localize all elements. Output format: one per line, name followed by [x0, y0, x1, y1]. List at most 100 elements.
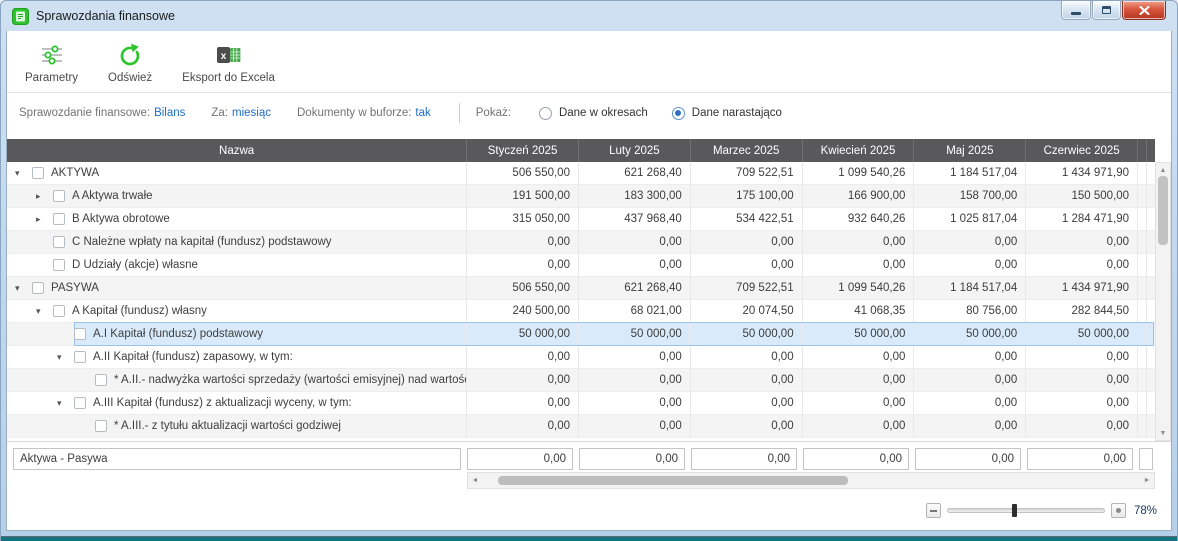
- table-row[interactable]: ▾AKTYWA 506 550,00621 268,40709 522,511 …: [7, 162, 1155, 185]
- column-header-nazwa[interactable]: Nazwa: [7, 139, 466, 162]
- scroll-right-icon[interactable]: ►: [1140, 477, 1154, 484]
- table-row[interactable]: * A.II.- nadwyżka wartości sprzedaży (wa…: [7, 369, 1155, 392]
- status-bar: 78%: [7, 489, 1171, 530]
- cell-value: 0,00: [690, 254, 802, 276]
- vertical-scrollbar[interactable]: ▲ ▼: [1155, 162, 1171, 441]
- table-row[interactable]: ▾A Kapitał (fundusz) własny 240 500,0068…: [7, 300, 1155, 323]
- table-row-selected[interactable]: A.I Kapitał (fundusz) podstawowy 50 000,…: [7, 323, 1155, 346]
- column-header-month[interactable]: Kwiecień 2025: [802, 139, 914, 162]
- cell-value: 20 074,50: [690, 300, 802, 322]
- row-label: A.I Kapitał (fundusz) podstawowy: [93, 328, 263, 340]
- button-label: Parametry: [25, 72, 78, 84]
- close-icon: [1139, 6, 1150, 15]
- cell-value: 0,00: [802, 369, 914, 391]
- cell-value: 0,00: [1025, 231, 1137, 253]
- row-checkbox[interactable]: [53, 213, 65, 225]
- row-checkbox[interactable]: [74, 397, 86, 409]
- column-header-month[interactable]: Marzec 2025: [690, 139, 802, 162]
- cell-value: 183 300,00: [578, 185, 690, 207]
- row-checkbox[interactable]: [32, 167, 44, 179]
- expand-icon[interactable]: ▾: [57, 353, 74, 362]
- cell-value: 0,00: [1025, 392, 1137, 414]
- table-row[interactable]: D Udziały (akcje) własne 0,000,000,000,0…: [7, 254, 1155, 277]
- close-button[interactable]: [1122, 1, 1166, 20]
- row-checkbox[interactable]: [53, 305, 65, 317]
- buffer-value[interactable]: tak: [415, 107, 430, 119]
- row-checkbox[interactable]: [95, 420, 107, 432]
- cell-value: 80 756,00: [913, 300, 1025, 322]
- cell-value: 1 184 517,04: [913, 162, 1025, 184]
- table-row[interactable]: * A.III.- z tytułu aktualizacji wartości…: [7, 415, 1155, 438]
- radio-dane-narastajaco[interactable]: [672, 107, 685, 120]
- row-checkbox[interactable]: [74, 351, 86, 363]
- horizontal-scroll-thumb[interactable]: [498, 476, 848, 485]
- cell-value: 0,00: [466, 392, 578, 414]
- expand-icon[interactable]: ▸: [36, 215, 53, 224]
- titlebar[interactable]: Sprawozdania finansowe: [6, 1, 1172, 31]
- row-checkbox[interactable]: [32, 282, 44, 294]
- radio-dane-w-okresach[interactable]: [539, 107, 552, 120]
- cell-value: 437 968,40: [578, 208, 690, 230]
- stub-cell: [1137, 300, 1146, 322]
- zoom-control: 78%: [926, 503, 1157, 518]
- table-row[interactable]: ▾A.II Kapitał (fundusz) zapasowy, w tym:…: [7, 346, 1155, 369]
- refresh-button[interactable]: Odśwież: [100, 39, 160, 86]
- column-header-month[interactable]: Luty 2025: [578, 139, 690, 162]
- radio-label: Dane narastająco: [692, 107, 782, 119]
- row-checkbox[interactable]: [74, 328, 86, 340]
- expand-icon[interactable]: ▾: [57, 399, 74, 408]
- cell-value: 0,00: [913, 231, 1025, 253]
- column-header-month[interactable]: Maj 2025: [913, 139, 1025, 162]
- export-excel-button[interactable]: x Eksport do Excela: [174, 39, 283, 86]
- row-checkbox[interactable]: [53, 236, 65, 248]
- expand-icon[interactable]: ▾: [36, 307, 53, 316]
- cell-value: 0,00: [578, 346, 690, 368]
- stub-cell: [1146, 415, 1155, 437]
- scroll-up-icon[interactable]: ▲: [1156, 163, 1170, 177]
- vertical-scroll-thumb[interactable]: [1158, 176, 1168, 245]
- cell-value: 0,00: [466, 346, 578, 368]
- cell-value: 191 500,00: [466, 185, 578, 207]
- stub-cell: [1146, 185, 1155, 207]
- expand-icon[interactable]: ▾: [15, 169, 32, 178]
- svg-text:x: x: [220, 51, 226, 62]
- column-header-month[interactable]: Styczeń 2025: [466, 139, 578, 162]
- maximize-button[interactable]: [1092, 1, 1121, 20]
- row-checkbox[interactable]: [53, 259, 65, 271]
- table-row[interactable]: ▸B Aktywa obrotowe 315 050,00437 968,405…: [7, 208, 1155, 231]
- cell-value: 0,00: [466, 369, 578, 391]
- cell-value: 50 000,00: [690, 323, 802, 345]
- stub-cell: [1146, 392, 1155, 414]
- period-value[interactable]: miesiąc: [232, 107, 271, 119]
- cell-value: 506 550,00: [466, 162, 578, 184]
- zoom-slider-thumb[interactable]: [1012, 504, 1017, 517]
- table-row[interactable]: ▾PASYWA 506 550,00621 268,40709 522,511 …: [7, 277, 1155, 300]
- scroll-left-icon[interactable]: ◄: [468, 477, 482, 484]
- cell-value: 1 099 540,26: [802, 162, 914, 184]
- cell-value: 150 500,00: [1025, 185, 1137, 207]
- zoom-slider-track[interactable]: [947, 508, 1105, 513]
- table-row[interactable]: C Należne wpłaty na kapitał (fundusz) po…: [7, 231, 1155, 254]
- scroll-down-icon[interactable]: ▼: [1156, 426, 1170, 440]
- parameters-button[interactable]: Parametry: [17, 39, 86, 86]
- row-label: C Należne wpłaty na kapitał (fundusz) po…: [72, 236, 332, 248]
- row-checkbox[interactable]: [53, 190, 65, 202]
- table-row[interactable]: ▸A Aktywa trwałe 191 500,00183 300,00175…: [7, 185, 1155, 208]
- row-checkbox[interactable]: [95, 374, 107, 386]
- minus-icon: [930, 510, 937, 512]
- zoom-in-button[interactable]: [1111, 503, 1126, 518]
- buffer-label: Dokumenty w buforze:: [297, 107, 411, 119]
- expand-icon[interactable]: ▸: [36, 192, 53, 201]
- column-header-month[interactable]: Czerwiec 2025: [1025, 139, 1137, 162]
- zoom-out-button[interactable]: [926, 503, 941, 518]
- expand-icon[interactable]: ▾: [15, 284, 32, 293]
- minimize-button[interactable]: [1061, 1, 1091, 20]
- report-type-value[interactable]: Bilans: [154, 107, 185, 119]
- cell-value: 0,00: [466, 415, 578, 437]
- row-label: B Aktywa obrotowe: [72, 213, 170, 225]
- cell-value: 1 025 817,04: [913, 208, 1025, 230]
- horizontal-scrollbar[interactable]: ◄ ►: [467, 472, 1155, 489]
- stub-cell: [1146, 277, 1155, 299]
- excel-icon: x: [216, 41, 242, 69]
- table-row[interactable]: ▾A.III Kapitał (fundusz) z aktualizacji …: [7, 392, 1155, 415]
